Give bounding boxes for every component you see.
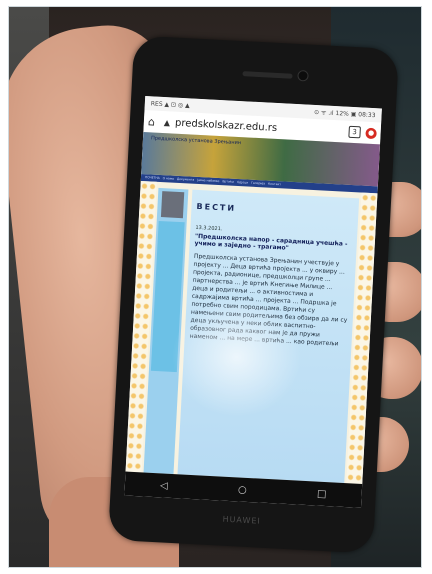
status-right: ⊙ ᯤ .ıl 12% ▣ 08:33 — [313, 108, 376, 120]
tabs-icon[interactable]: 3 — [348, 125, 361, 139]
photo-frame: RES ▲ ⊡ ◎ ▲ ⊙ ᯤ .ıl 12% ▣ 08:33 ⌂ ▲ pred… — [8, 6, 422, 568]
home-button-icon[interactable]: ○ — [238, 484, 247, 495]
home-icon[interactable]: ⌂ — [148, 115, 160, 128]
nav-item[interactable]: Јавне набавке — [197, 177, 220, 185]
website-page: Предшколска установа Зрењанин ПОЧЕТНА О … — [125, 132, 381, 484]
nav-item[interactable]: О нама — [162, 175, 174, 183]
nav-item[interactable]: Документа — [177, 176, 195, 184]
browser-menu-icon[interactable]: ● — [365, 127, 377, 139]
recents-icon[interactable]: □ — [317, 488, 327, 499]
sidebar-photo — [160, 191, 185, 219]
earpiece — [242, 71, 293, 79]
back-icon[interactable]: ◁ — [160, 480, 168, 491]
lock-icon: ▲ — [163, 117, 171, 127]
nav-item[interactable]: Галерија — [251, 180, 265, 188]
nav-item[interactable]: Вртићи — [222, 178, 234, 186]
news-heading: ВЕСТИ — [196, 201, 237, 213]
nav-item[interactable]: Одјеци — [237, 179, 248, 187]
phone-brand: HUAWEI — [222, 514, 261, 526]
phone-screen: RES ▲ ⊡ ◎ ▲ ⊙ ᯤ .ıl 12% ▣ 08:33 ⌂ ▲ pred… — [124, 96, 382, 508]
status-left: RES ▲ ⊡ ◎ ▲ — [150, 99, 190, 109]
front-camera-icon — [297, 70, 309, 82]
screen-glare — [168, 293, 305, 421]
nav-item[interactable]: Контакт — [268, 181, 281, 189]
smartphone: RES ▲ ⊡ ◎ ▲ ⊙ ᯤ .ıl 12% ▣ 08:33 ⌂ ▲ pred… — [107, 35, 400, 554]
site-banner-title: Предшколска установа Зрењанин — [150, 135, 242, 147]
